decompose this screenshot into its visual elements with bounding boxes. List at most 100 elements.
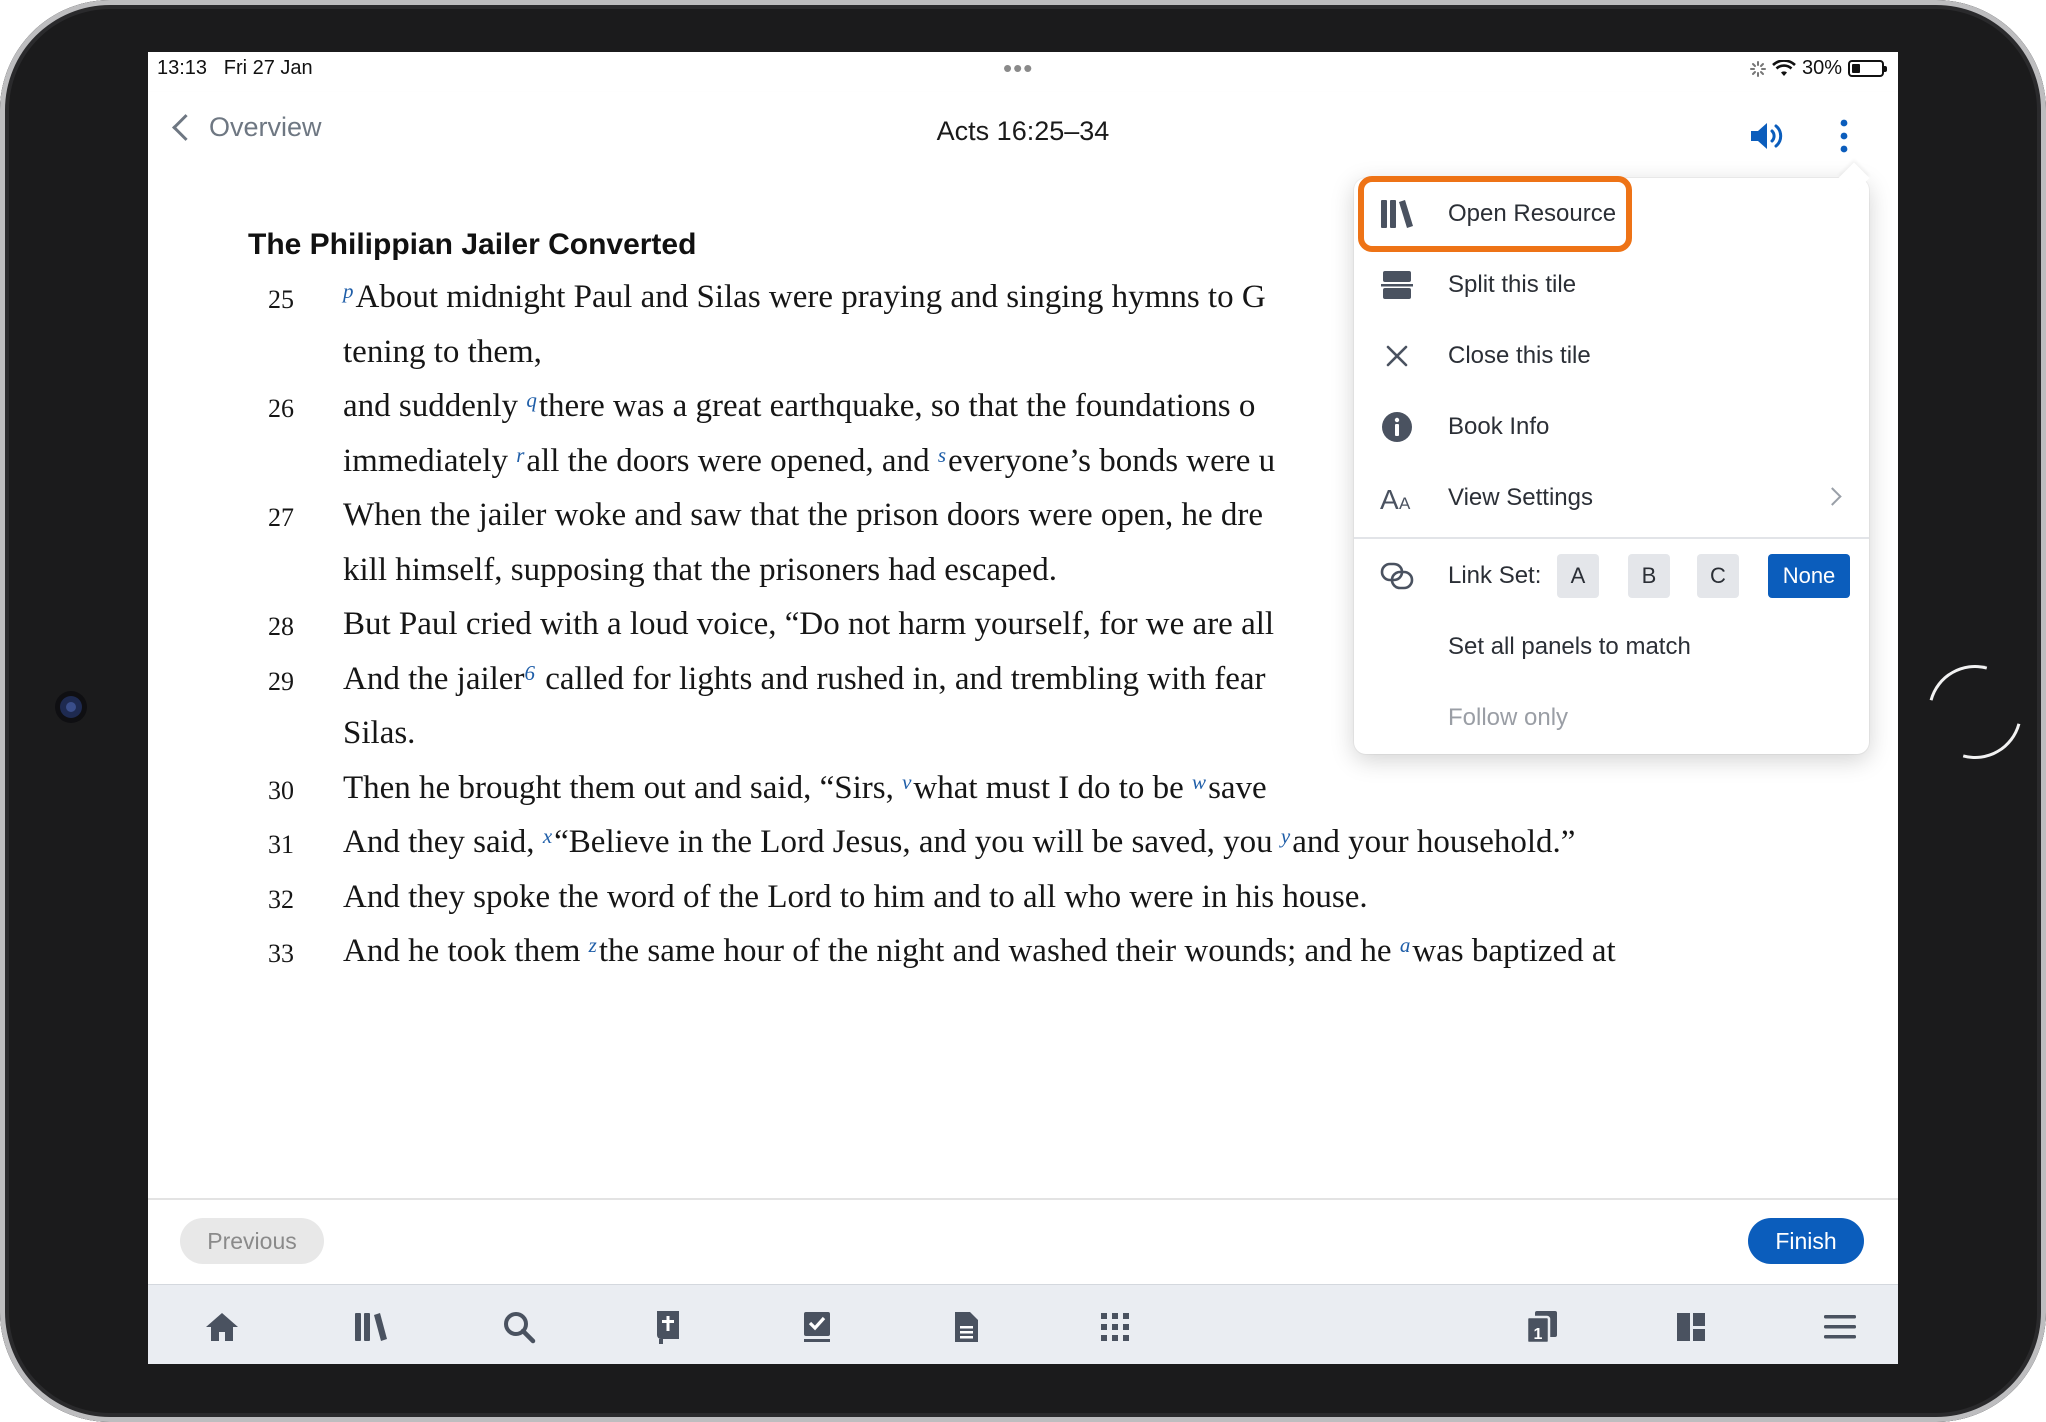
footnote-marker[interactable]: r (516, 443, 524, 467)
verse-text: what must I do to be (913, 769, 1193, 806)
menu-item-set-all-panels[interactable]: Set all panels to match (1354, 611, 1869, 682)
menu-item-label: Follow only (1448, 703, 1569, 731)
verse-number[interactable]: 31 (268, 818, 294, 873)
footnote-marker[interactable]: x (543, 824, 552, 848)
link-set-row: Link Set: A B C None (1354, 540, 1869, 611)
menu-item-label: Set all panels to match (1448, 632, 1691, 660)
verse-text: And the jailer (343, 660, 525, 697)
close-icon (1380, 339, 1414, 373)
verse-text: and suddenly (343, 388, 527, 424)
multitasking-dots[interactable]: ••• (1003, 53, 1033, 84)
status-time: 13:13 Fri 27 Jan (157, 57, 313, 79)
more-options-icon[interactable] (1838, 118, 1850, 154)
menu-item-close-tile[interactable]: Close this tile (1354, 320, 1869, 391)
front-camera (60, 696, 82, 718)
panel-number-icon[interactable]: 1 (1522, 1307, 1562, 1347)
menu-item-label: Close this tile (1448, 341, 1591, 369)
split-tile-icon (1380, 268, 1414, 302)
menu-item-view-settings[interactable]: AA View Settings (1354, 462, 1869, 533)
wifi-icon (1772, 59, 1796, 76)
battery-percent: 30% (1801, 57, 1842, 79)
verse: 32 And they spoke the word of the Lord to… (248, 870, 1788, 925)
verse-text: About midnight Paul and Silas were prayi… (355, 279, 1266, 315)
verse-number[interactable]: 32 (268, 873, 294, 928)
link-set-label: Link Set: (1448, 561, 1542, 589)
navigation-bar: Overview Acts 16:25–34 (148, 92, 1898, 180)
menu-item-follow-only[interactable]: Follow only (1354, 682, 1869, 753)
footnote-marker[interactable]: q (526, 388, 537, 412)
verse-text: the same hour of the night and washed th… (598, 933, 1400, 969)
info-icon (1380, 410, 1414, 444)
verse-number[interactable]: 28 (268, 600, 294, 655)
footnote-marker[interactable]: a (1400, 933, 1411, 957)
menu-item-label: Book Info (1448, 412, 1550, 440)
verse: 33 And he took them zthe same hour of the… (248, 924, 1788, 976)
menu-icon[interactable] (1820, 1307, 1860, 1347)
apps-grid-icon[interactable] (1095, 1307, 1135, 1347)
chevron-right-icon (1823, 487, 1842, 506)
verse-text: immediately (343, 442, 517, 479)
speaker-icon[interactable] (1748, 120, 1788, 152)
section-heading: The Philippian Jailer Converted (248, 228, 697, 261)
finish-button[interactable]: Finish (1748, 1218, 1864, 1264)
verse-number[interactable]: 30 (268, 764, 294, 819)
footnote-marker[interactable]: w (1192, 770, 1206, 794)
verse-text: called for lights and rushed in, and tre… (536, 660, 1266, 697)
page-title: Acts 16:25–34 (936, 116, 1110, 146)
menu-item-split-tile[interactable]: Split this tile (1354, 249, 1869, 320)
verse: 31 And they said, x“Believe in the Lord J… (248, 815, 1788, 870)
footnote-marker[interactable]: v (902, 770, 911, 794)
home-icon[interactable] (202, 1307, 242, 1347)
menu-item-book-info[interactable]: Book Info (1354, 391, 1869, 462)
verse-number[interactable]: 25 (268, 273, 294, 328)
link-set-option-a[interactable]: A (1557, 554, 1599, 598)
verse-text: But Paul cried with a loud voice, “Do no… (343, 606, 1275, 642)
verse-text: And they said, (343, 824, 543, 860)
verse-number[interactable]: 27 (268, 491, 294, 546)
search-icon[interactable] (499, 1307, 539, 1347)
verse-number[interactable]: 33 (268, 927, 294, 976)
link-icon (1380, 559, 1414, 593)
verse-text: Silas. (343, 715, 416, 751)
menu-divider (1354, 537, 1869, 539)
verse-text: and your household.” (1292, 824, 1576, 860)
verse-number[interactable]: 26 (268, 382, 294, 437)
link-set-option-b[interactable]: B (1628, 554, 1670, 598)
previous-button[interactable]: Previous (180, 1218, 324, 1264)
text-size-icon: AA (1380, 481, 1414, 515)
layout-icon[interactable] (1671, 1307, 1711, 1347)
svg-text:A: A (1380, 484, 1399, 512)
battery-icon (1848, 60, 1887, 77)
menu-item-open-resource[interactable]: Open Resource (1354, 176, 1869, 252)
tile-options-menu: Open Resource Split this tile Close this… (1354, 176, 1869, 754)
verse-text: When the jailer woke and saw that the pr… (343, 497, 1264, 533)
document-icon[interactable] (946, 1307, 986, 1347)
verse-text: “Believe in the Lord Jesus, and you will… (554, 824, 1281, 860)
verse-text: there was a great earthquake, so that th… (538, 388, 1256, 424)
svg-text:A: A (1399, 494, 1411, 512)
battery-fill (1852, 64, 1860, 73)
footnote-marker[interactable]: 6 (524, 661, 535, 685)
verse-number[interactable]: 29 (268, 655, 294, 710)
verse: 30 Then he brought them out and said, “Si… (248, 761, 1788, 816)
verse-text: kill himself, supposing that the prisone… (343, 551, 1057, 588)
link-set-option-none[interactable]: None (1768, 554, 1850, 598)
footnote-marker[interactable]: y (1281, 824, 1290, 848)
verse-text: And he took them (343, 933, 589, 969)
checklist-icon[interactable] (797, 1307, 837, 1347)
footnote-marker[interactable]: z (589, 933, 597, 957)
link-set-option-c[interactable]: C (1697, 554, 1739, 598)
verse-text: tening to them, (343, 333, 542, 370)
status-bar: 13:13 Fri 27 Jan ••• 30% (148, 52, 1898, 86)
tab-bar: 1 (148, 1284, 1898, 1364)
library-icon[interactable] (351, 1307, 391, 1347)
svg-text:1: 1 (1534, 1326, 1543, 1343)
reading-plan-footer: Previous Finish (148, 1198, 1898, 1266)
verse-text: And they spoke the word of the Lord to h… (343, 878, 1368, 915)
verse-text: save (1208, 769, 1267, 806)
footnote-marker[interactable]: s (938, 443, 946, 467)
highlight-box (1358, 176, 1632, 252)
bible-icon[interactable] (648, 1307, 688, 1347)
verse-text: everyone’s bonds were u (948, 442, 1276, 479)
footnote-marker[interactable]: p (343, 279, 354, 303)
